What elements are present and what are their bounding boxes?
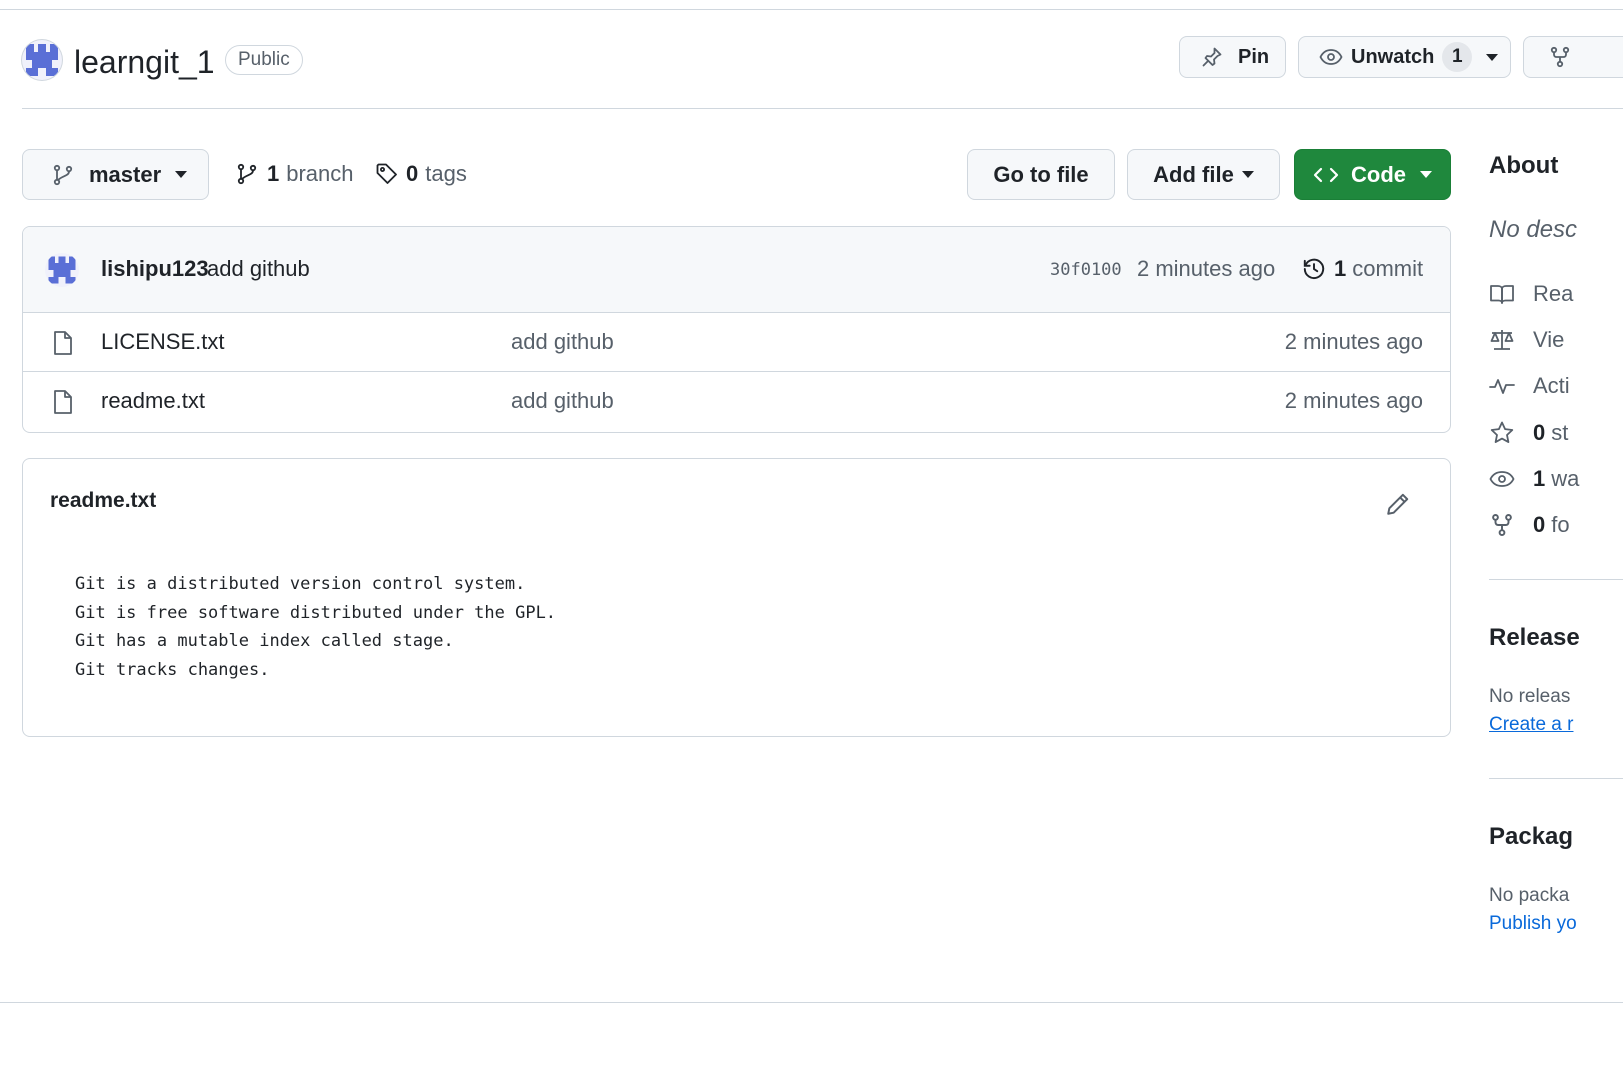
eye-icon bbox=[1319, 49, 1343, 65]
branches-count: 1 bbox=[267, 161, 280, 186]
file-row[interactable]: readme.txt add github 2 minutes ago bbox=[23, 372, 1450, 431]
create-release-link[interactable]: Create a r bbox=[1489, 714, 1573, 736]
watchers-count: 1 bbox=[1533, 466, 1546, 491]
activity-link[interactable]: Acti bbox=[1489, 371, 1570, 401]
readme-panel: readme.txt Git is a distributed version … bbox=[22, 458, 1451, 737]
header-divider bbox=[22, 108, 1623, 109]
file-row[interactable]: LICENSE.txt add github 2 minutes ago bbox=[23, 313, 1450, 372]
sidebar-divider bbox=[1489, 778, 1623, 779]
commit-message[interactable]: add github bbox=[207, 256, 310, 282]
chevron-down-icon bbox=[175, 171, 188, 178]
watch-counter: 1 bbox=[1442, 42, 1473, 72]
law-icon bbox=[1490, 330, 1514, 350]
top-divider bbox=[0, 9, 1623, 10]
branches-link[interactable]: 1 branch bbox=[235, 157, 354, 191]
forks-label: fo bbox=[1551, 512, 1570, 537]
file-age: 2 minutes ago bbox=[1284, 388, 1423, 413]
footer-divider bbox=[0, 1002, 1623, 1003]
chevron-down-icon bbox=[1241, 171, 1254, 178]
pin-icon bbox=[1202, 47, 1222, 67]
fork-icon bbox=[1492, 514, 1512, 536]
file-icon bbox=[54, 331, 72, 355]
publish-package-link[interactable]: Publish yo bbox=[1489, 913, 1577, 935]
commit-time: 2 minutes ago bbox=[1137, 256, 1276, 281]
stars-link[interactable]: 0 st bbox=[1489, 418, 1568, 448]
branch-name: master bbox=[89, 161, 162, 187]
star-icon bbox=[1490, 421, 1514, 443]
file-table: lishipu123 add github 30f0100 2 minutes … bbox=[22, 226, 1451, 433]
fork-icon bbox=[1550, 46, 1570, 68]
pin-button[interactable]: Pin bbox=[1179, 36, 1286, 78]
history-icon bbox=[1303, 258, 1325, 280]
commit-author[interactable]: lishipu123 bbox=[101, 256, 209, 282]
releases-note: No releas bbox=[1489, 686, 1571, 707]
watchers-link[interactable]: 1 wa bbox=[1489, 464, 1579, 494]
latest-commit-bar: lishipu123 add github 30f0100 2 minutes … bbox=[23, 227, 1450, 313]
owner-avatar[interactable] bbox=[22, 40, 62, 80]
chevron-down-icon bbox=[1420, 171, 1432, 178]
about-heading: About bbox=[1489, 152, 1559, 179]
forks-link[interactable]: 0 fo bbox=[1489, 510, 1570, 540]
packages-note: No packa bbox=[1489, 885, 1570, 906]
file-commit-message[interactable]: add github bbox=[511, 388, 614, 414]
watchers-label: wa bbox=[1551, 466, 1580, 491]
tags-link[interactable]: 0 tags bbox=[375, 157, 467, 191]
go-to-file-button[interactable]: Go to file bbox=[967, 149, 1115, 200]
license-link-label: Vie bbox=[1533, 327, 1565, 352]
tag-icon bbox=[376, 163, 397, 184]
license-link[interactable]: Vie bbox=[1489, 325, 1564, 355]
branch-select-button[interactable]: master bbox=[22, 149, 209, 200]
git-branch-icon bbox=[53, 164, 73, 185]
file-name[interactable]: readme.txt bbox=[101, 388, 205, 414]
unwatch-label: Unwatch bbox=[1351, 45, 1435, 68]
readme-link[interactable]: Rea bbox=[1489, 279, 1573, 309]
commit-sha[interactable]: 30f0100 bbox=[1050, 260, 1122, 280]
readme-title[interactable]: readme.txt bbox=[50, 489, 156, 513]
file-name[interactable]: LICENSE.txt bbox=[101, 329, 224, 355]
commit-count: 1 bbox=[1334, 256, 1347, 281]
readme-content: Git is a distributed version control sys… bbox=[75, 574, 557, 680]
branches-label: branch bbox=[286, 161, 354, 186]
activity-link-label: Acti bbox=[1533, 373, 1570, 398]
chevron-down-icon bbox=[1486, 53, 1499, 61]
file-age: 2 minutes ago bbox=[1284, 329, 1423, 354]
tags-label: tags bbox=[425, 161, 467, 186]
unwatch-button[interactable]: Unwatch 1 bbox=[1298, 36, 1511, 78]
readme-link-label: Rea bbox=[1533, 281, 1574, 306]
commit-author-avatar[interactable] bbox=[45, 253, 79, 287]
forks-count: 0 bbox=[1533, 512, 1546, 537]
pulse-icon bbox=[1489, 379, 1515, 394]
code-label: Code bbox=[1351, 161, 1406, 187]
eye-icon bbox=[1489, 471, 1515, 487]
book-icon bbox=[1490, 285, 1514, 304]
add-file-label: Add file bbox=[1153, 161, 1234, 187]
visibility-badge: Public bbox=[225, 45, 303, 75]
git-branch-icon bbox=[237, 163, 257, 185]
releases-heading[interactable]: Release bbox=[1489, 624, 1580, 652]
pencil-icon[interactable] bbox=[1385, 491, 1411, 517]
add-file-button[interactable]: Add file bbox=[1127, 149, 1280, 200]
file-icon bbox=[54, 390, 72, 414]
code-button[interactable]: Code bbox=[1294, 149, 1451, 200]
file-commit-message[interactable]: add github bbox=[511, 329, 614, 355]
stars-count: 0 bbox=[1533, 420, 1546, 445]
pin-label: Pin bbox=[1238, 45, 1270, 68]
commit-history-link[interactable]: 1 commit bbox=[1301, 256, 1423, 282]
stars-label: st bbox=[1551, 420, 1569, 445]
repo-name[interactable]: learngit_1 bbox=[74, 40, 215, 84]
commit-count-label: commit bbox=[1352, 256, 1424, 281]
tags-count: 0 bbox=[406, 161, 419, 186]
packages-heading[interactable]: Packag bbox=[1489, 823, 1573, 851]
sidebar-divider bbox=[1489, 579, 1623, 580]
fork-button[interactable] bbox=[1523, 36, 1623, 78]
about-description: No desc bbox=[1489, 216, 1578, 243]
code-icon bbox=[1313, 167, 1339, 182]
